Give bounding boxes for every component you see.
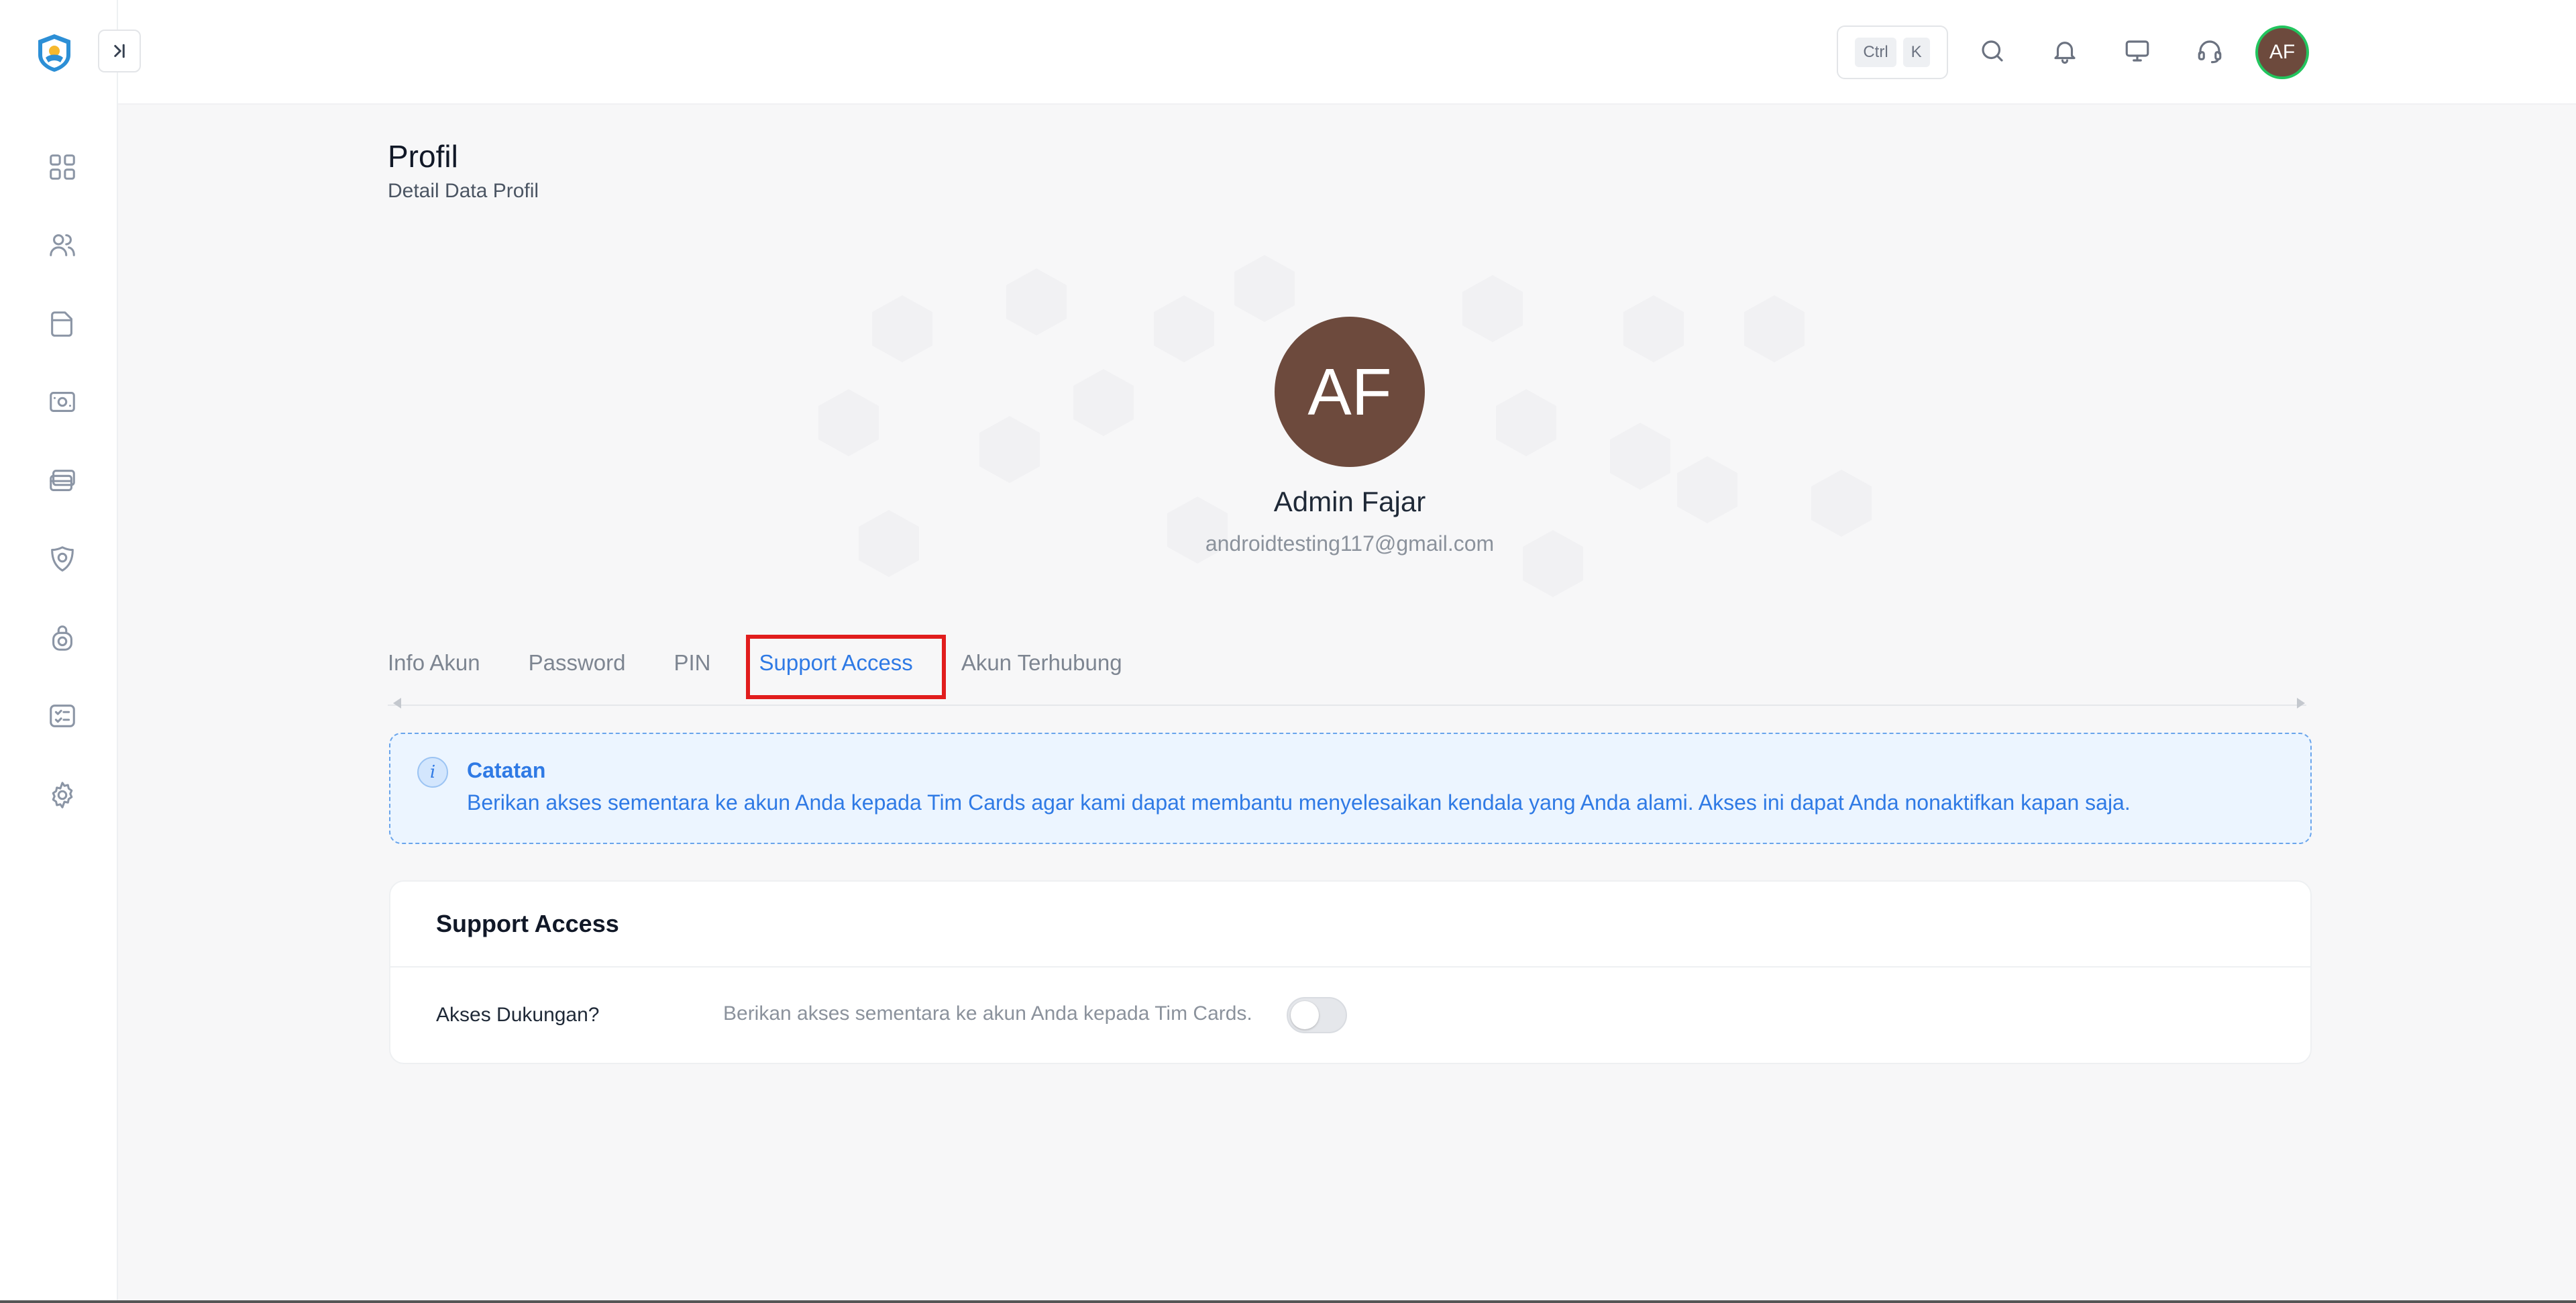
headset-icon — [2198, 40, 2222, 64]
profile-name: Admin Fajar — [1273, 486, 1426, 517]
sidebar-item-folder[interactable] — [46, 307, 79, 341]
dashboard-grid-icon — [50, 154, 75, 180]
lock-camera-icon — [52, 625, 72, 651]
folder-icon — [51, 311, 72, 337]
sidebar-item-cards[interactable] — [46, 464, 79, 498]
card-title: Support Access — [436, 910, 619, 937]
badge-icon — [51, 546, 74, 572]
card-divider — [390, 966, 2310, 968]
tabs-scroll-left-icon[interactable] — [393, 698, 401, 709]
sidebar-toggle-button[interactable] — [98, 30, 141, 72]
user-avatar-menu[interactable]: AF — [2255, 25, 2309, 79]
app-logo-icon[interactable] — [34, 32, 75, 74]
kbd-ctrl: Ctrl — [1855, 38, 1896, 67]
toggle-knob — [1291, 1001, 1319, 1029]
support-access-toggle[interactable] — [1287, 997, 1347, 1033]
bell-icon — [2054, 42, 2076, 64]
sidebar-item-dashboard[interactable] — [46, 150, 79, 184]
tab-akun-terhubung[interactable]: Akun Terhubung — [961, 644, 1122, 682]
sidebar-item-users[interactable] — [46, 228, 79, 262]
search-button[interactable] — [1972, 31, 2012, 71]
sidebar-item-cash[interactable] — [46, 385, 79, 419]
command-palette-shortcut[interactable]: Ctrl K — [1837, 25, 1948, 79]
support-access-card: Support Access Akses Dukungan? Berikan a… — [389, 880, 2312, 1064]
checklist-icon — [50, 705, 75, 727]
monitor-icon — [2125, 40, 2149, 62]
sidebar — [0, 0, 118, 1303]
cards-icon — [50, 470, 75, 491]
page-subtitle: Detail Data Profil — [388, 180, 539, 202]
support-button[interactable] — [2190, 31, 2230, 71]
display-button[interactable] — [2117, 31, 2157, 71]
support-access-description: Berikan akses sementara ke akun Anda kep… — [723, 1002, 1252, 1025]
tab-pin[interactable]: PIN — [674, 644, 711, 682]
profile-avatar: AF — [1275, 317, 1425, 467]
sidebar-item-badge[interactable] — [46, 542, 79, 576]
window-bottom-edge — [0, 1300, 2576, 1303]
note-title: Catatan — [467, 758, 546, 782]
sidebar-item-security[interactable] — [46, 621, 79, 655]
tab-info-akun[interactable]: Info Akun — [388, 644, 480, 682]
users-icon — [50, 234, 75, 256]
search-icon — [1982, 40, 2003, 62]
tab-highlight-box — [746, 635, 946, 699]
note-box: i Catatan Berikan akses sementara ke aku… — [389, 733, 2312, 844]
sidebar-item-settings[interactable] — [46, 778, 79, 812]
settings-gear-icon — [52, 782, 73, 809]
chevron-right-bar-icon — [114, 44, 125, 58]
note-text: Berikan akses sementara ke akun Anda kep… — [467, 790, 2131, 815]
support-access-label: Akses Dukungan? — [436, 1004, 600, 1026]
kbd-k: K — [1902, 38, 1930, 67]
cash-icon — [50, 392, 75, 412]
tabs-divider — [388, 705, 2306, 706]
tabs-scroll-right-icon[interactable] — [2297, 698, 2305, 709]
sidebar-item-checklist[interactable] — [46, 699, 79, 733]
page-title: Profil — [388, 139, 458, 174]
tab-password[interactable]: Password — [529, 644, 626, 682]
info-icon: i — [417, 757, 448, 788]
profile-email: androidtesting117@gmail.com — [1205, 531, 1495, 556]
notifications-button[interactable] — [2045, 31, 2085, 71]
